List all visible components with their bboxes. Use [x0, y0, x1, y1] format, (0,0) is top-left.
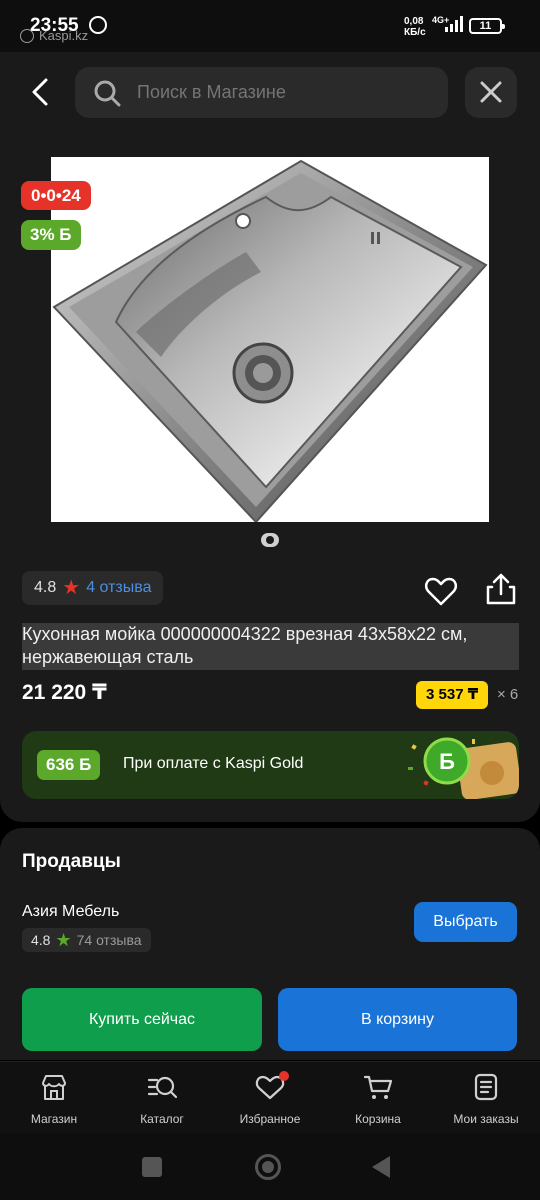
- buy-now-button[interactable]: Купить сейчас: [22, 988, 262, 1051]
- search-input[interactable]: [137, 67, 427, 118]
- sink-image: [52, 159, 488, 522]
- product-image[interactable]: [51, 157, 489, 522]
- gold-bonus-badge: 636 Б: [37, 750, 101, 780]
- gold-banner-text: При оплате с Kaspi Gold: [123, 755, 304, 772]
- notification-dot: [279, 1071, 289, 1081]
- share-button[interactable]: [484, 572, 518, 606]
- nav-label: Избранное: [239, 1112, 301, 1126]
- kaspi-gold-card-icon: Б: [408, 737, 519, 799]
- nav-favorites[interactable]: Избранное: [216, 1062, 324, 1134]
- nav-catalog[interactable]: Каталог: [108, 1062, 216, 1134]
- seller-rating: 4.8 ★ 74 отзыва: [22, 928, 151, 952]
- star-icon: ★: [55, 930, 72, 950]
- close-icon: [480, 81, 502, 103]
- bottom-navigation: Магазин Каталог Избранное Корзина Мои за…: [0, 1061, 540, 1133]
- product-card: 0•0•24 3% Б 4.8 ★ 4 отзыва Кухонная мойк…: [0, 52, 540, 822]
- nav-label: Мои заказы: [453, 1112, 519, 1126]
- home-button[interactable]: [255, 1154, 281, 1180]
- kaspi-logo-icon: [20, 29, 34, 43]
- recents-button[interactable]: [142, 1157, 162, 1177]
- add-to-cart-button[interactable]: В корзину: [278, 988, 517, 1051]
- installment-multiplier: × 6: [497, 686, 519, 703]
- nav-label: Каталог: [140, 1112, 184, 1126]
- sellers-title: Продавцы: [22, 851, 121, 872]
- rating-value: 4.8: [34, 579, 57, 596]
- network-speed: 0,08 КБ/с: [404, 16, 426, 38]
- signal-icon: [445, 16, 463, 32]
- catalog-search-icon: [147, 1076, 177, 1099]
- shop-icon: [42, 1075, 66, 1100]
- network-speed-unit: КБ/с: [404, 27, 426, 38]
- orders-icon: [474, 1073, 498, 1101]
- nav-label: Магазин: [30, 1112, 78, 1126]
- nav-cart[interactable]: Корзина: [324, 1062, 432, 1134]
- seller-name[interactable]: Азия Мебель: [22, 903, 119, 921]
- battery-level: 11: [479, 20, 492, 32]
- heart-icon: [424, 577, 458, 606]
- bonus-percent-badge: 3% Б: [21, 220, 81, 250]
- product-price: 21 220 ₸: [22, 681, 107, 704]
- gallery-indicator: [261, 533, 279, 547]
- nav-label: Корзина: [355, 1112, 401, 1126]
- share-icon: [486, 573, 516, 605]
- network-speed-value: 0,08: [404, 16, 424, 27]
- search-icon: [94, 80, 121, 107]
- favorite-button[interactable]: [424, 574, 458, 608]
- search-bar[interactable]: [75, 67, 448, 118]
- star-icon: ★: [62, 577, 81, 599]
- battery-icon: 11: [469, 18, 505, 34]
- sellers-section: Продавцы Азия Мебель 4.8 ★ 74 отзыва Выб…: [0, 828, 540, 1060]
- cart-icon: [363, 1075, 393, 1099]
- kaspi-gold-banner[interactable]: 636 Б При оплате с Kaspi Gold Б: [22, 731, 519, 799]
- svg-text:Б: Б: [439, 749, 455, 774]
- nav-shop[interactable]: Магазин: [0, 1062, 108, 1134]
- status-kaspi-label: Kaspi.kz: [39, 28, 89, 43]
- close-button[interactable]: [465, 67, 517, 118]
- rating-summary[interactable]: 4.8 ★ 4 отзыва: [22, 571, 164, 605]
- system-back-button[interactable]: [372, 1156, 390, 1178]
- reviews-link[interactable]: 4 отзыва: [86, 579, 151, 597]
- choose-seller-button[interactable]: Выбрать: [414, 902, 517, 942]
- system-navigation: [0, 1133, 540, 1200]
- seller-rating-value: 4.8: [31, 932, 51, 948]
- seller-reviews-count: 74 отзыва: [76, 932, 142, 948]
- product-title: Кухонная мойка 000000004322 врезная 43x5…: [22, 623, 519, 670]
- installment-price-badge[interactable]: 3 537 ₸: [416, 681, 489, 709]
- nav-orders[interactable]: Мои заказы: [432, 1062, 540, 1134]
- back-button[interactable]: [22, 72, 62, 112]
- status-bar: 23:55 Kaspi.kz 0,08 КБ/с 4G+ 11: [0, 0, 540, 52]
- installment-badge: 0•0•24: [21, 181, 91, 210]
- notification-icon: [89, 16, 107, 34]
